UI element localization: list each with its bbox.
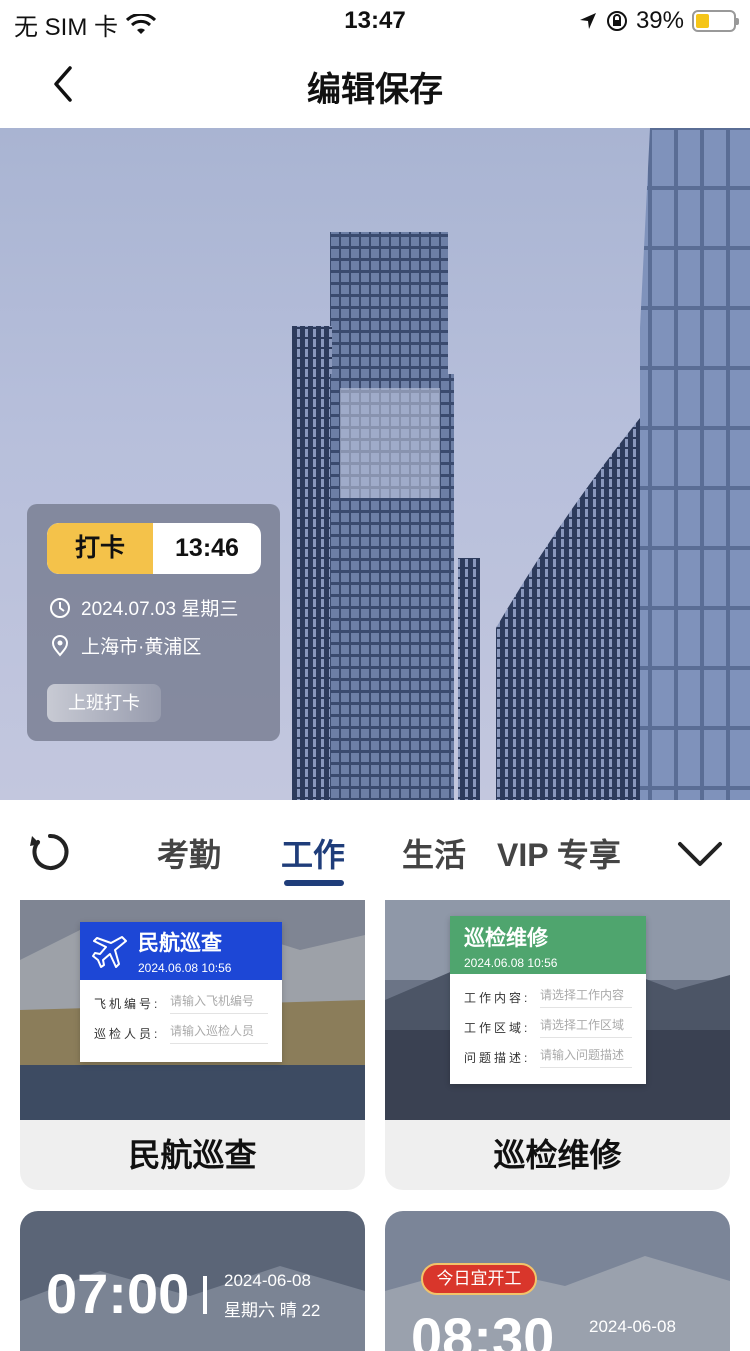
workday-date: 2024-06-08 [589, 1317, 676, 1336]
template-name: 民航巡查 [128, 1137, 257, 1173]
page-title: 编辑保存 [307, 71, 443, 109]
template-card-inspection[interactable]: 巡检维修 2024.06.08 10:56 工作内容: 请选择工作内容 工作区域:… [385, 900, 730, 1190]
tab-attendance[interactable]: 考勤 [157, 830, 221, 876]
nav-bar: 编辑保存 [0, 44, 750, 128]
weather-time: 07:00 [46, 1262, 190, 1325]
reset-icon[interactable] [26, 828, 74, 876]
template-thumbnail: 民航巡查 2024.06.08 10:56 飞机编号: 请输入飞机编号 巡检人员:… [20, 900, 365, 1120]
weather-sub: 星期六 晴 22 [224, 1301, 321, 1320]
field-row: 飞机编号: 请输入飞机编号 [80, 988, 282, 1018]
template-name: 巡检维修 [493, 1137, 622, 1173]
location-text: 上海市·黄浦区 [81, 637, 202, 658]
airplane-icon [92, 936, 127, 968]
panel-title: 民航巡查 [138, 932, 222, 955]
inspection-panel: 巡检维修 2024.06.08 10:56 工作内容: 请选择工作内容 工作区域:… [450, 916, 646, 1084]
battery-icon [692, 10, 739, 32]
location-pin-icon [51, 634, 69, 657]
tab-vip[interactable]: VIP 专享 [497, 830, 621, 876]
panel-date: 2024.06.08 10:56 [138, 961, 232, 975]
location-arrow-icon [579, 13, 596, 29]
aviation-panel: 民航巡查 2024.06.08 10:56 飞机编号: 请输入飞机编号 巡检人员:… [80, 922, 282, 1062]
photo-preview[interactable]: 打卡 13:46 2024.07.03 星期三 上海市·黄浦区 上班打卡 [0, 128, 750, 800]
tab-work[interactable]: 工作 [281, 830, 345, 876]
template-thumbnail: 巡检维修 2024.06.08 10:56 工作内容: 请选择工作内容 工作区域:… [385, 900, 730, 1120]
panel-title: 巡检维修 [464, 927, 548, 950]
field-row: 工作内容: 请选择工作内容 [450, 982, 646, 1012]
template-card-aviation[interactable]: 民航巡查 2024.06.08 10:56 飞机编号: 请输入飞机编号 巡检人员:… [20, 900, 365, 1190]
category-tabs: 考勤 工作 生活 VIP 专享 [0, 800, 750, 900]
lucky-badge: 今日宜开工 [421, 1263, 537, 1295]
date-text: 2024.07.03 星期三 [81, 599, 239, 620]
field-row: 工作区域: 请选择工作区域 [450, 1012, 646, 1042]
punch-chip: 打卡 13:46 [47, 523, 261, 574]
template-grid: 民航巡查 2024.06.08 10:56 飞机编号: 请输入飞机编号 巡检人员:… [0, 900, 750, 1351]
clock-in-label: 上班打卡 [47, 684, 161, 722]
status-bar: 无 SIM 卡 13:47 39% [0, 0, 750, 44]
weather-date: 2024-06-08 [224, 1271, 311, 1290]
workday-time: 08:30 [411, 1306, 555, 1351]
status-right: 39% [578, 7, 739, 35]
template-card-workday[interactable]: 今日宜开工 08:30 2024-06-08 [385, 1211, 730, 1351]
panel-date: 2024.06.08 10:56 [464, 956, 558, 970]
punch-tag: 打卡 [47, 523, 153, 574]
expand-chevron-icon[interactable] [676, 836, 724, 872]
active-tab-indicator [284, 880, 344, 886]
field-row: 巡检人员: 请输入巡检人员 [80, 1018, 282, 1048]
punch-time: 13:46 [175, 534, 239, 562]
rotation-lock-icon [606, 11, 627, 31]
location-row: 上海市·黄浦区 [49, 632, 201, 659]
field-row: 问题描述: 请输入问题描述 [450, 1042, 646, 1072]
battery-percent: 39% [635, 7, 684, 34]
template-card-weather[interactable]: 07:00 2024-06-08 星期六 晴 22 [20, 1211, 365, 1351]
watermark-card[interactable]: 打卡 13:46 2024.07.03 星期三 上海市·黄浦区 上班打卡 [27, 504, 280, 741]
date-row: 2024.07.03 星期三 [49, 594, 238, 621]
clock-icon [50, 597, 70, 618]
tab-life[interactable]: 生活 [402, 830, 466, 876]
